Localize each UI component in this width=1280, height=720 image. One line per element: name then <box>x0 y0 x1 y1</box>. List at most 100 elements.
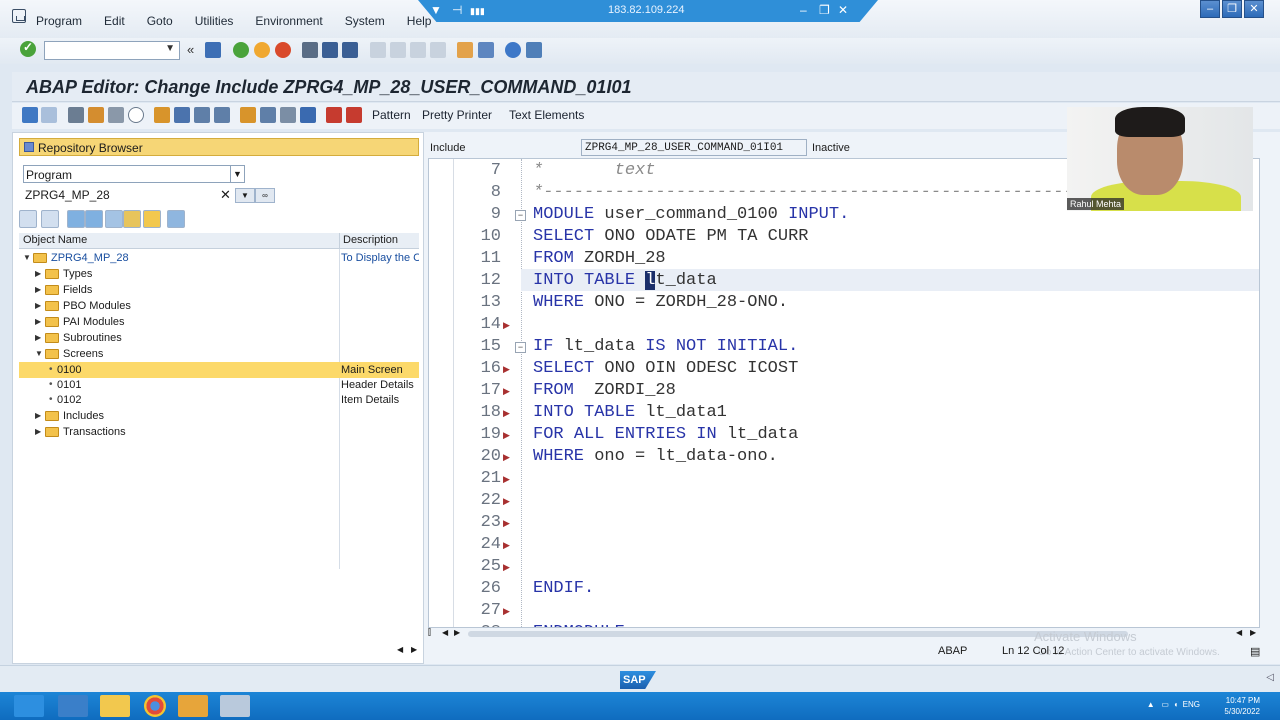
forward-arrow-icon[interactable] <box>41 107 57 123</box>
save-icon[interactable] <box>205 42 221 58</box>
code-line[interactable]: * text <box>533 161 655 180</box>
find-next-icon[interactable] <box>342 42 358 58</box>
tree-node-pai-modules[interactable]: ▶ PAI Modules <box>19 314 419 330</box>
tree-node-screen-0101[interactable]: • 0101 Header Details <box>19 377 419 393</box>
tray-chevron-icon[interactable]: ▲ <box>1147 700 1155 709</box>
column-divider[interactable] <box>339 233 340 249</box>
expanded-arrow-icon[interactable]: ▼ <box>35 349 43 358</box>
scroll-thumb[interactable] <box>468 631 1128 637</box>
clock[interactable]: 10:47 PM 5/30/2022 <box>1224 695 1260 717</box>
activate-icon[interactable] <box>128 107 144 123</box>
display-go-icon[interactable]: ∞ <box>255 188 275 203</box>
code-line[interactable]: IF lt_data IS NOT INITIAL. <box>533 337 798 356</box>
shortcut-icon[interactable] <box>478 42 494 58</box>
session-breakpoint-icon[interactable] <box>346 107 362 123</box>
display-change-icon[interactable] <box>68 107 84 123</box>
network-icon[interactable]: ▭ <box>1161 700 1169 709</box>
code-line[interactable]: *---------------------------------------… <box>533 183 1094 202</box>
test-icon[interactable] <box>154 107 170 123</box>
exit-icon[interactable] <box>254 42 270 58</box>
previous-page-icon[interactable] <box>390 42 406 58</box>
back-arrow-icon[interactable] <box>22 107 38 123</box>
code-line[interactable]: SELECT ONO OIN ODESC ICOST <box>533 359 798 378</box>
collapsed-arrow-icon[interactable]: ▶ <box>35 301 41 310</box>
menu-goto[interactable]: Goto <box>147 14 173 28</box>
expand-icon[interactable] <box>67 210 85 228</box>
enter-check-icon[interactable] <box>20 40 36 57</box>
repository-browser-header[interactable]: Repository Browser <box>19 138 419 156</box>
tree-node-program[interactable]: ▼ ZPRG4_MP_28 To Display the C <box>19 250 419 266</box>
menu-system[interactable]: System <box>345 14 385 28</box>
status-note-icon[interactable]: ▤ <box>1250 645 1260 658</box>
tree-node-includes[interactable]: ▶ Includes <box>19 408 419 424</box>
tree-node-screen-0102[interactable]: • 0102 Item Details <box>19 392 419 408</box>
code-line[interactable]: WHERE ono = lt_data-ono. <box>533 447 778 466</box>
indent-icon[interactable] <box>260 107 276 123</box>
object-binoculars-icon[interactable] <box>105 210 123 228</box>
cancel-icon[interactable] <box>275 42 291 58</box>
pattern-button[interactable]: Pattern <box>372 108 411 122</box>
sap-gui-icon[interactable] <box>220 695 250 717</box>
command-field[interactable]: ▼ <box>44 41 180 60</box>
pin-icon[interactable]: ⊣ <box>452 3 462 17</box>
code-line[interactable]: SELECT ONO ODATE PM TA CURR <box>533 227 808 246</box>
volume-icon[interactable]: ◖ <box>1173 700 1178 709</box>
tree-node-screens[interactable]: ▼ Screens <box>19 346 419 362</box>
refresh-icon[interactable] <box>167 210 185 228</box>
tree-node-transactions[interactable]: ▶ Transactions <box>19 424 419 440</box>
scroll-right-icon[interactable]: ▶ <box>1250 628 1256 637</box>
collapsed-arrow-icon[interactable]: ▶ <box>35 411 41 420</box>
code-line[interactable]: FROM ZORDH_28 <box>533 249 666 268</box>
print-icon[interactable] <box>302 42 318 58</box>
fullscreen-icon[interactable] <box>280 107 296 123</box>
dropdown-icon[interactable]: ▼ <box>235 188 255 203</box>
chevron-down-icon[interactable]: ▼ <box>165 43 175 54</box>
info-icon[interactable] <box>300 107 316 123</box>
menu-program[interactable]: Program <box>36 14 82 28</box>
window-minimize-icon[interactable]: – <box>1200 0 1220 18</box>
object-name-input[interactable]: ZPRG4_MP_28 <box>23 186 235 204</box>
powershell-icon[interactable] <box>58 695 88 717</box>
find-icon[interactable] <box>322 42 338 58</box>
footer-arrow-icon[interactable]: ◁ <box>1266 672 1274 683</box>
favorites-icon[interactable] <box>143 210 161 228</box>
tree-node-fields[interactable]: ▶ Fields <box>19 282 419 298</box>
chrome-icon[interactable] <box>144 695 166 717</box>
file-explorer-icon[interactable] <box>100 695 130 717</box>
scroll-right-icon[interactable]: ▶ <box>454 628 460 637</box>
code-line[interactable]: WHERE ONO = ZORDH_28-ONO. <box>533 293 788 312</box>
code-line[interactable]: ENDIF. <box>533 579 594 598</box>
object-list-icon[interactable] <box>194 107 210 123</box>
chevron-down-icon[interactable]: ▼ <box>430 3 442 17</box>
next-object-icon[interactable] <box>41 210 59 228</box>
hierarchy-tree-icon[interactable] <box>123 210 141 228</box>
menu-environment[interactable]: Environment <box>255 14 322 28</box>
code-line[interactable]: MODULE user_command_0100 INPUT. <box>533 205 849 224</box>
code-line[interactable]: ENDMODULE. <box>533 623 635 627</box>
close-icon[interactable]: ✕ <box>838 3 848 17</box>
expanded-arrow-icon[interactable]: ▼ <box>23 253 31 262</box>
code-line[interactable]: INTO TABLE lt_data <box>533 271 717 290</box>
code-line[interactable]: FROM ZORDI_28 <box>533 381 676 400</box>
clear-icon[interactable]: ✕ <box>220 187 231 203</box>
split-icon[interactable]: ⫿ <box>428 627 431 638</box>
window-restore-icon[interactable]: ❐ <box>1222 0 1242 18</box>
code-line[interactable]: FOR ALL ENTRIES IN lt_data <box>533 425 798 444</box>
sap-menu-icon[interactable] <box>12 9 26 23</box>
breakpoint-icon[interactable] <box>326 107 342 123</box>
code-line[interactable]: INTO TABLE lt_data1 <box>533 403 727 422</box>
navigation-window-icon[interactable] <box>214 107 230 123</box>
previous-object-icon[interactable] <box>19 210 37 228</box>
tree-horizontal-scrollbar[interactable]: ◀ ▶ <box>19 645 419 659</box>
taskbar-app-icon[interactable] <box>14 695 44 717</box>
window-close-icon[interactable]: ✕ <box>1244 0 1264 18</box>
chevron-down-icon[interactable]: ▼ <box>230 166 244 182</box>
new-session-icon[interactable] <box>457 42 473 58</box>
collapsed-arrow-icon[interactable]: ▶ <box>35 427 41 436</box>
code-editor[interactable]: 7 * text 8 *-------------------------------… <box>428 158 1260 628</box>
tree-node-types[interactable]: ▶ Types <box>19 266 419 282</box>
next-page-icon[interactable] <box>410 42 426 58</box>
scroll-left-icon[interactable]: ◀ <box>1236 628 1242 637</box>
menu-edit[interactable]: Edit <box>104 14 125 28</box>
first-page-icon[interactable] <box>370 42 386 58</box>
